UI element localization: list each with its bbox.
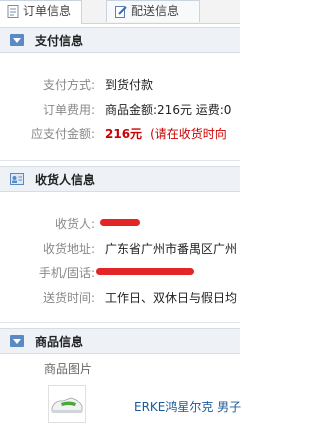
collapse-arrow-icon [10,335,24,347]
address-row: 收货地址: 广东省广州市番禺区广州 [0,240,240,256]
product-name-link[interactable]: ERKE鸿星尔克 男子 [134,398,241,415]
address-value: 广东省广州市番禺区广州 [105,242,238,256]
section-title: 收货人信息 [35,173,96,187]
order-fee-row: 订单费用: 商品金额:216元 运费:0 [0,101,240,117]
payment-method-row: 支付方式: 到货付款 [0,76,240,92]
tab-delivery-info[interactable]: 配送信息 [106,0,200,22]
field-label: 支付方式: [42,78,95,92]
field-label: 收货人: [54,217,95,231]
redacted-phone [96,264,194,278]
redaction-mark [100,219,140,226]
collapse-arrow-icon [10,34,24,46]
field-label: 手机/固话: [38,266,95,280]
consignee-name-row: 收货人: [0,215,240,231]
document-icon [7,5,19,18]
consignee-section-header: 收货人信息 [0,166,240,192]
shoe-image [51,397,83,413]
field-label: 应支付金额: [30,127,95,141]
divider [0,160,240,161]
amount-due-value: 216元 (请在收货时向 [105,125,227,142]
tab-label: 订单信息 [23,4,72,18]
amount-due-row: 应支付金额: 216元 (请在收货时向 [0,125,240,141]
field-label: 订单费用: [42,103,95,117]
payment-note: (请在收货时向 [150,127,227,141]
field-label: 送货时间: [42,291,95,305]
redaction-mark [96,268,194,275]
amount-due: 216元 [105,127,143,141]
tab-order-info[interactable]: 订单信息 [0,0,82,24]
section-title: 商品信息 [35,335,84,349]
tab-bar: 订单信息 配送信息 [0,0,240,24]
product-thumbnail[interactable] [48,385,86,423]
products-section-header: 商品信息 [0,328,240,354]
redacted-name [100,215,140,229]
payment-section-header: 支付信息 [0,27,240,53]
section-title: 支付信息 [35,34,84,48]
payment-method-value: 到货付款 [105,78,154,92]
order-fee-value: 商品金额:216元 运费:0 [105,103,232,117]
edit-icon [115,6,127,18]
phone-row: 手机/固话: [0,264,240,280]
contact-card-icon [10,173,24,185]
product-image-column-header: 商品图片 [44,362,93,376]
delivery-time-row: 送货时间: 工作日、双休日与假日均 [0,289,240,305]
divider [0,322,240,323]
delivery-time-value: 工作日、双休日与假日均 [105,291,238,305]
tab-label: 配送信息 [131,4,180,18]
field-label: 收货地址: [42,242,95,256]
